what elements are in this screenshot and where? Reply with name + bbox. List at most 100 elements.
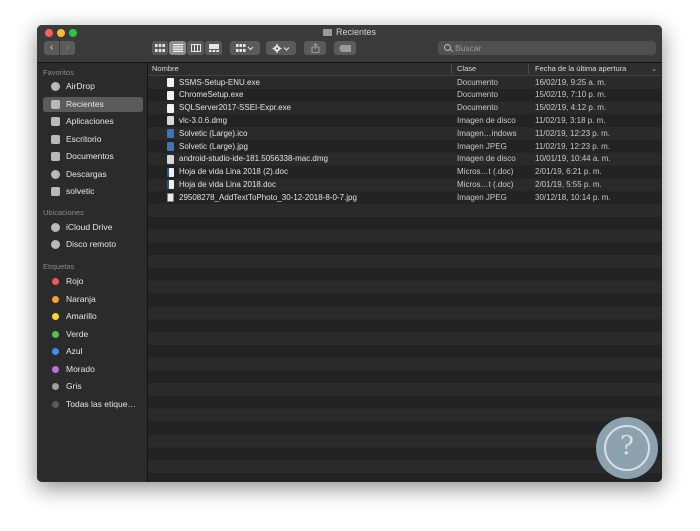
file-date: 11/02/19, 12:23 p. m. [535,128,611,138]
sidebar-tag-naranja[interactable]: Naranja [43,292,143,307]
file-row[interactable]: Hoja de vida Lina 2018.doc Micros…t (.do… [148,178,662,191]
gallery-view-button[interactable] [205,41,222,55]
sort-chevron-icon[interactable]: ⌄ [651,65,657,73]
sidebar-tag-azul[interactable]: Azul [43,344,143,359]
downloads-icon [51,169,60,179]
file-row[interactable]: 29508278_AddTextToPhoto_30-12-2018-8-0-7… [148,191,662,204]
disk-image-icon [167,116,174,126]
forward-button[interactable]: › [60,41,75,55]
file-kind: Documento [457,77,498,87]
column-header-kind[interactable]: Clase [457,64,476,73]
recents-icon [51,99,60,109]
sidebar-tag-verde[interactable]: Verde [43,327,143,342]
sidebar-item-icloud-drive[interactable]: iCloud Drive [43,220,143,235]
image-thumbnail-icon [167,193,174,203]
sidebar-item-descargas[interactable]: Descargas [43,167,143,182]
sidebar-item-solvetic[interactable]: solvetic [43,184,143,199]
file-row[interactable]: SQLServer2017-SSEI-Expr.exe Documento 15… [148,102,662,115]
file-name: 29508278_AddTextToPhoto_30-12-2018-8-0-7… [179,192,357,202]
column-header-bar: Nombre Clase Fecha de la última apertura… [148,63,662,76]
file-row[interactable]: Hoja de vida Lina 2018 (2).doc Micros…t … [148,166,662,179]
sidebar-tag-all[interactable]: Todas las etique… [43,397,143,412]
word-document-icon [167,180,174,190]
file-row[interactable]: ChromeSetup.exe Documento 15/02/19, 7:10… [148,89,662,102]
file-date: 10/01/19, 10:44 a. m. [535,154,611,164]
file-row[interactable]: SSMS-Setup-ENU.exe Documento 16/02/19, 9… [148,76,662,89]
sidebar-tag-rojo[interactable]: Rojo [43,274,143,289]
cloud-icon [51,222,60,232]
list-view-button[interactable] [169,41,186,55]
applications-icon [51,117,60,126]
sidebar-section-locations: Ubicaciones [43,208,84,217]
sidebar-item-escritorio[interactable]: Escritorio [43,132,143,147]
group-by-button[interactable] [230,41,260,55]
share-icon [311,42,319,53]
tag-dot-icon [52,295,59,303]
sidebar-item-label: Disco remoto [66,239,117,249]
file-kind: Imagen JPEG [457,141,507,151]
sidebar-item-label: Aplicaciones [66,116,114,126]
document-icon [167,90,174,100]
action-menu-button[interactable] [266,41,296,55]
sidebar-item-recientes[interactable]: Recientes [43,96,143,112]
group-grid-icon [236,44,254,52]
image-file-icon [167,142,174,151]
file-row[interactable]: Solvetic (Large).ico Imagen…indows 11/02… [148,127,662,140]
file-date: 11/02/19, 3:18 p. m. [535,115,606,125]
icon-view-button[interactable] [152,41,168,55]
columns-view-icon [190,44,201,52]
sidebar-item-label: Descargas [66,168,107,179]
all-tags-icon [52,400,59,408]
window-title-text: Recientes [335,27,377,37]
sidebar-section-tags: Etiquetas [43,262,75,271]
sidebar-item-label: Morado [66,363,95,374]
word-document-icon [167,167,174,177]
column-divider[interactable] [528,64,529,74]
tag-icon [339,44,351,52]
file-date: 16/02/19, 9:25 a. m. [535,77,607,87]
finder-window: Recientes ‹ › Buscar Favoritos AirDrop R… [37,25,662,482]
gallery-view-icon [208,44,219,52]
file-row[interactable]: vlc-3.0.6.dmg Imagen de disco 11/02/19, … [148,114,662,127]
sidebar-tag-gris[interactable]: Gris [43,379,143,394]
tags-button[interactable] [334,41,356,55]
desktop-icon [51,134,60,144]
folder-icon [322,29,332,36]
sidebar-tag-morado[interactable]: Morado [43,362,143,377]
sidebar-item-label: Verde [66,328,89,339]
watermark-logo: ? [596,417,658,479]
file-name: vlc-3.0.6.dmg [179,115,228,125]
file-kind: Imagen JPEG [457,192,507,202]
file-row[interactable]: Solvetic (Large).jpg Imagen JPEG 11/02/1… [148,140,662,153]
disk-image-icon [167,154,174,164]
sidebar-section-favorites: Favoritos [43,68,74,77]
search-input[interactable]: Buscar [438,41,656,55]
column-divider[interactable] [451,64,452,74]
sidebar-item-label: Gris [66,381,82,391]
grid-view-icon [155,44,165,52]
column-header-date[interactable]: Fecha de la última apertura [535,64,626,73]
airdrop-icon [51,82,60,91]
sidebar-tag-amarillo[interactable]: Amarillo [43,309,143,324]
sidebar-item-label: solvetic [66,186,95,196]
file-row[interactable]: android-studio-ide-181.5056338-mac.dmg I… [148,153,662,166]
sidebar-item-label: Documentos [66,151,114,161]
question-mark-icon: ? [620,431,634,461]
sidebar-item-airdrop[interactable]: AirDrop [43,79,143,94]
file-kind: Imagen…indows [457,128,517,138]
tag-dot-icon [52,313,59,320]
document-icon [167,103,174,113]
sidebar: Favoritos AirDrop Recientes Aplicaciones… [37,63,148,482]
back-button[interactable]: ‹ [44,41,59,55]
file-date: 11/02/19, 12:23 p. m. [535,141,611,151]
column-view-button[interactable] [187,41,204,55]
sidebar-item-documentos[interactable]: Documentos [43,149,143,164]
share-button[interactable] [304,41,326,55]
file-name: Solvetic (Large).jpg [179,141,248,151]
sidebar-item-disco-remoto[interactable]: Disco remoto [43,237,143,252]
image-file-icon [167,129,174,139]
sidebar-item-aplicaciones[interactable]: Aplicaciones [43,114,143,129]
column-header-name[interactable]: Nombre [152,64,179,73]
file-name: Hoja de vida Lina 2018 (2).doc [179,167,288,177]
window-title: Recientes [37,27,662,37]
